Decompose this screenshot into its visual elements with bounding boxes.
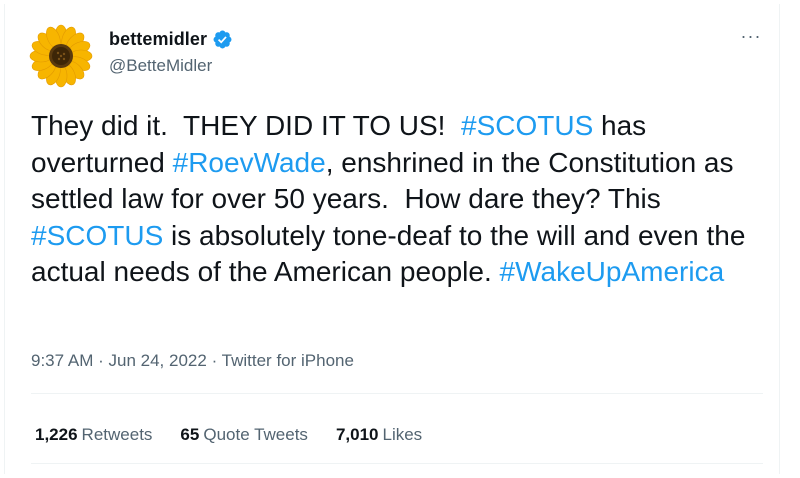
meta-separator: · bbox=[211, 351, 218, 370]
quote-tweets-count: 65 bbox=[180, 425, 200, 444]
tweet-date[interactable]: Jun 24, 2022 bbox=[109, 351, 207, 370]
tweet-text: They did it. THEY DID IT TO US! #SCOTUS … bbox=[31, 108, 776, 291]
author-name-row[interactable]: bettemidler bbox=[109, 29, 233, 50]
divider bbox=[31, 393, 763, 394]
hashtag-link[interactable]: #SCOTUS bbox=[461, 110, 593, 141]
verified-badge-icon bbox=[213, 30, 232, 49]
likes-label: Likes bbox=[382, 425, 423, 444]
retweets-count: 1,226 bbox=[35, 425, 78, 444]
hashtag-link[interactable]: #SCOTUS bbox=[31, 220, 163, 251]
more-options-button[interactable]: ··· bbox=[737, 26, 765, 46]
tweet-source[interactable]: Twitter for iPhone bbox=[222, 351, 354, 370]
hashtag-link[interactable]: #WakeUpAmerica bbox=[500, 256, 725, 287]
likes-count: 7,010 bbox=[335, 425, 379, 444]
likes-stat[interactable]: 7,010 Likes bbox=[336, 425, 422, 445]
tweet-meta: 9:37 AM · Jun 24, 2022 · Twitter for iPh… bbox=[31, 351, 354, 371]
meta-separator: · bbox=[98, 351, 104, 370]
sunflower-icon bbox=[29, 24, 93, 88]
retweets-stat[interactable]: 1,226 Retweets bbox=[35, 425, 152, 445]
more-options-icon: ··· bbox=[740, 25, 762, 46]
quote-tweets-stat[interactable]: 65 Quote Tweets bbox=[180, 425, 308, 445]
divider bbox=[31, 463, 763, 464]
tweet-stats: 1,226 Retweets 65 Quote Tweets 7,010 Likes bbox=[35, 425, 422, 445]
avatar[interactable] bbox=[29, 24, 93, 88]
tweet-time[interactable]: 9:37 AM bbox=[31, 351, 93, 370]
quote-tweets-label: Quote Tweets bbox=[203, 425, 308, 444]
author-handle[interactable]: @BetteMidler bbox=[109, 56, 212, 76]
author-display-name[interactable]: bettemidler bbox=[109, 29, 207, 50]
retweets-label: Retweets bbox=[81, 425, 153, 444]
tweet-card: bettemidler @BetteMidler ··· They did it… bbox=[4, 4, 780, 474]
hashtag-link[interactable]: #RoevWade bbox=[173, 147, 326, 178]
tweet-text-segment: They did it. THEY DID IT TO US! bbox=[31, 110, 461, 141]
